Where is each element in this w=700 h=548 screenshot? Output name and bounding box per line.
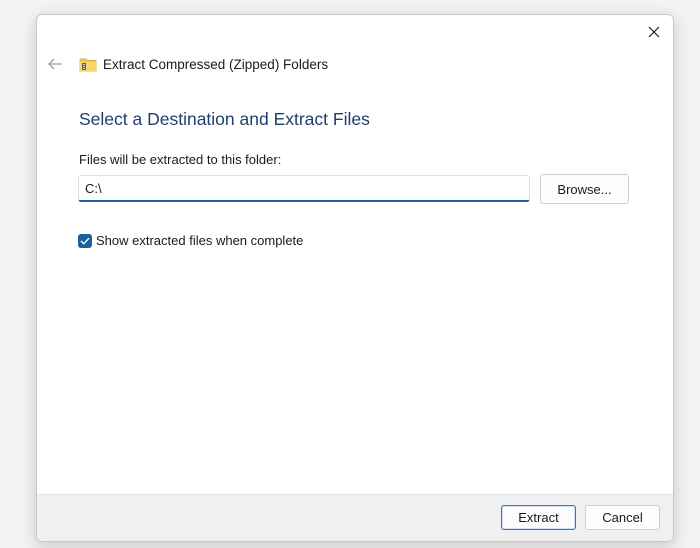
show-files-label: Show extracted files when complete [96,233,304,248]
show-files-option[interactable]: Show extracted files when complete [78,233,303,248]
checkmark-icon [80,237,90,245]
back-button[interactable] [45,54,65,74]
dialog-footer: Extract Cancel [37,494,673,541]
destination-label: Files will be extracted to this folder: [79,152,282,167]
window-title: Extract Compressed (Zipped) Folders [103,56,329,72]
cancel-button[interactable]: Cancel [585,505,660,530]
extract-button[interactable]: Extract [501,505,576,530]
close-icon [648,26,660,38]
page-heading: Select a Destination and Extract Files [79,109,370,129]
title-bar: Extract Compressed (Zipped) Folders [45,53,328,75]
extract-dialog: Extract Compressed (Zipped) Folders Sele… [36,14,674,542]
browse-button[interactable]: Browse... [540,174,629,204]
zip-folder-icon [79,56,97,72]
show-files-checkbox[interactable] [78,233,92,248]
destination-path-input[interactable] [78,175,530,202]
close-button[interactable] [641,19,667,45]
arrow-left-icon [48,58,62,70]
